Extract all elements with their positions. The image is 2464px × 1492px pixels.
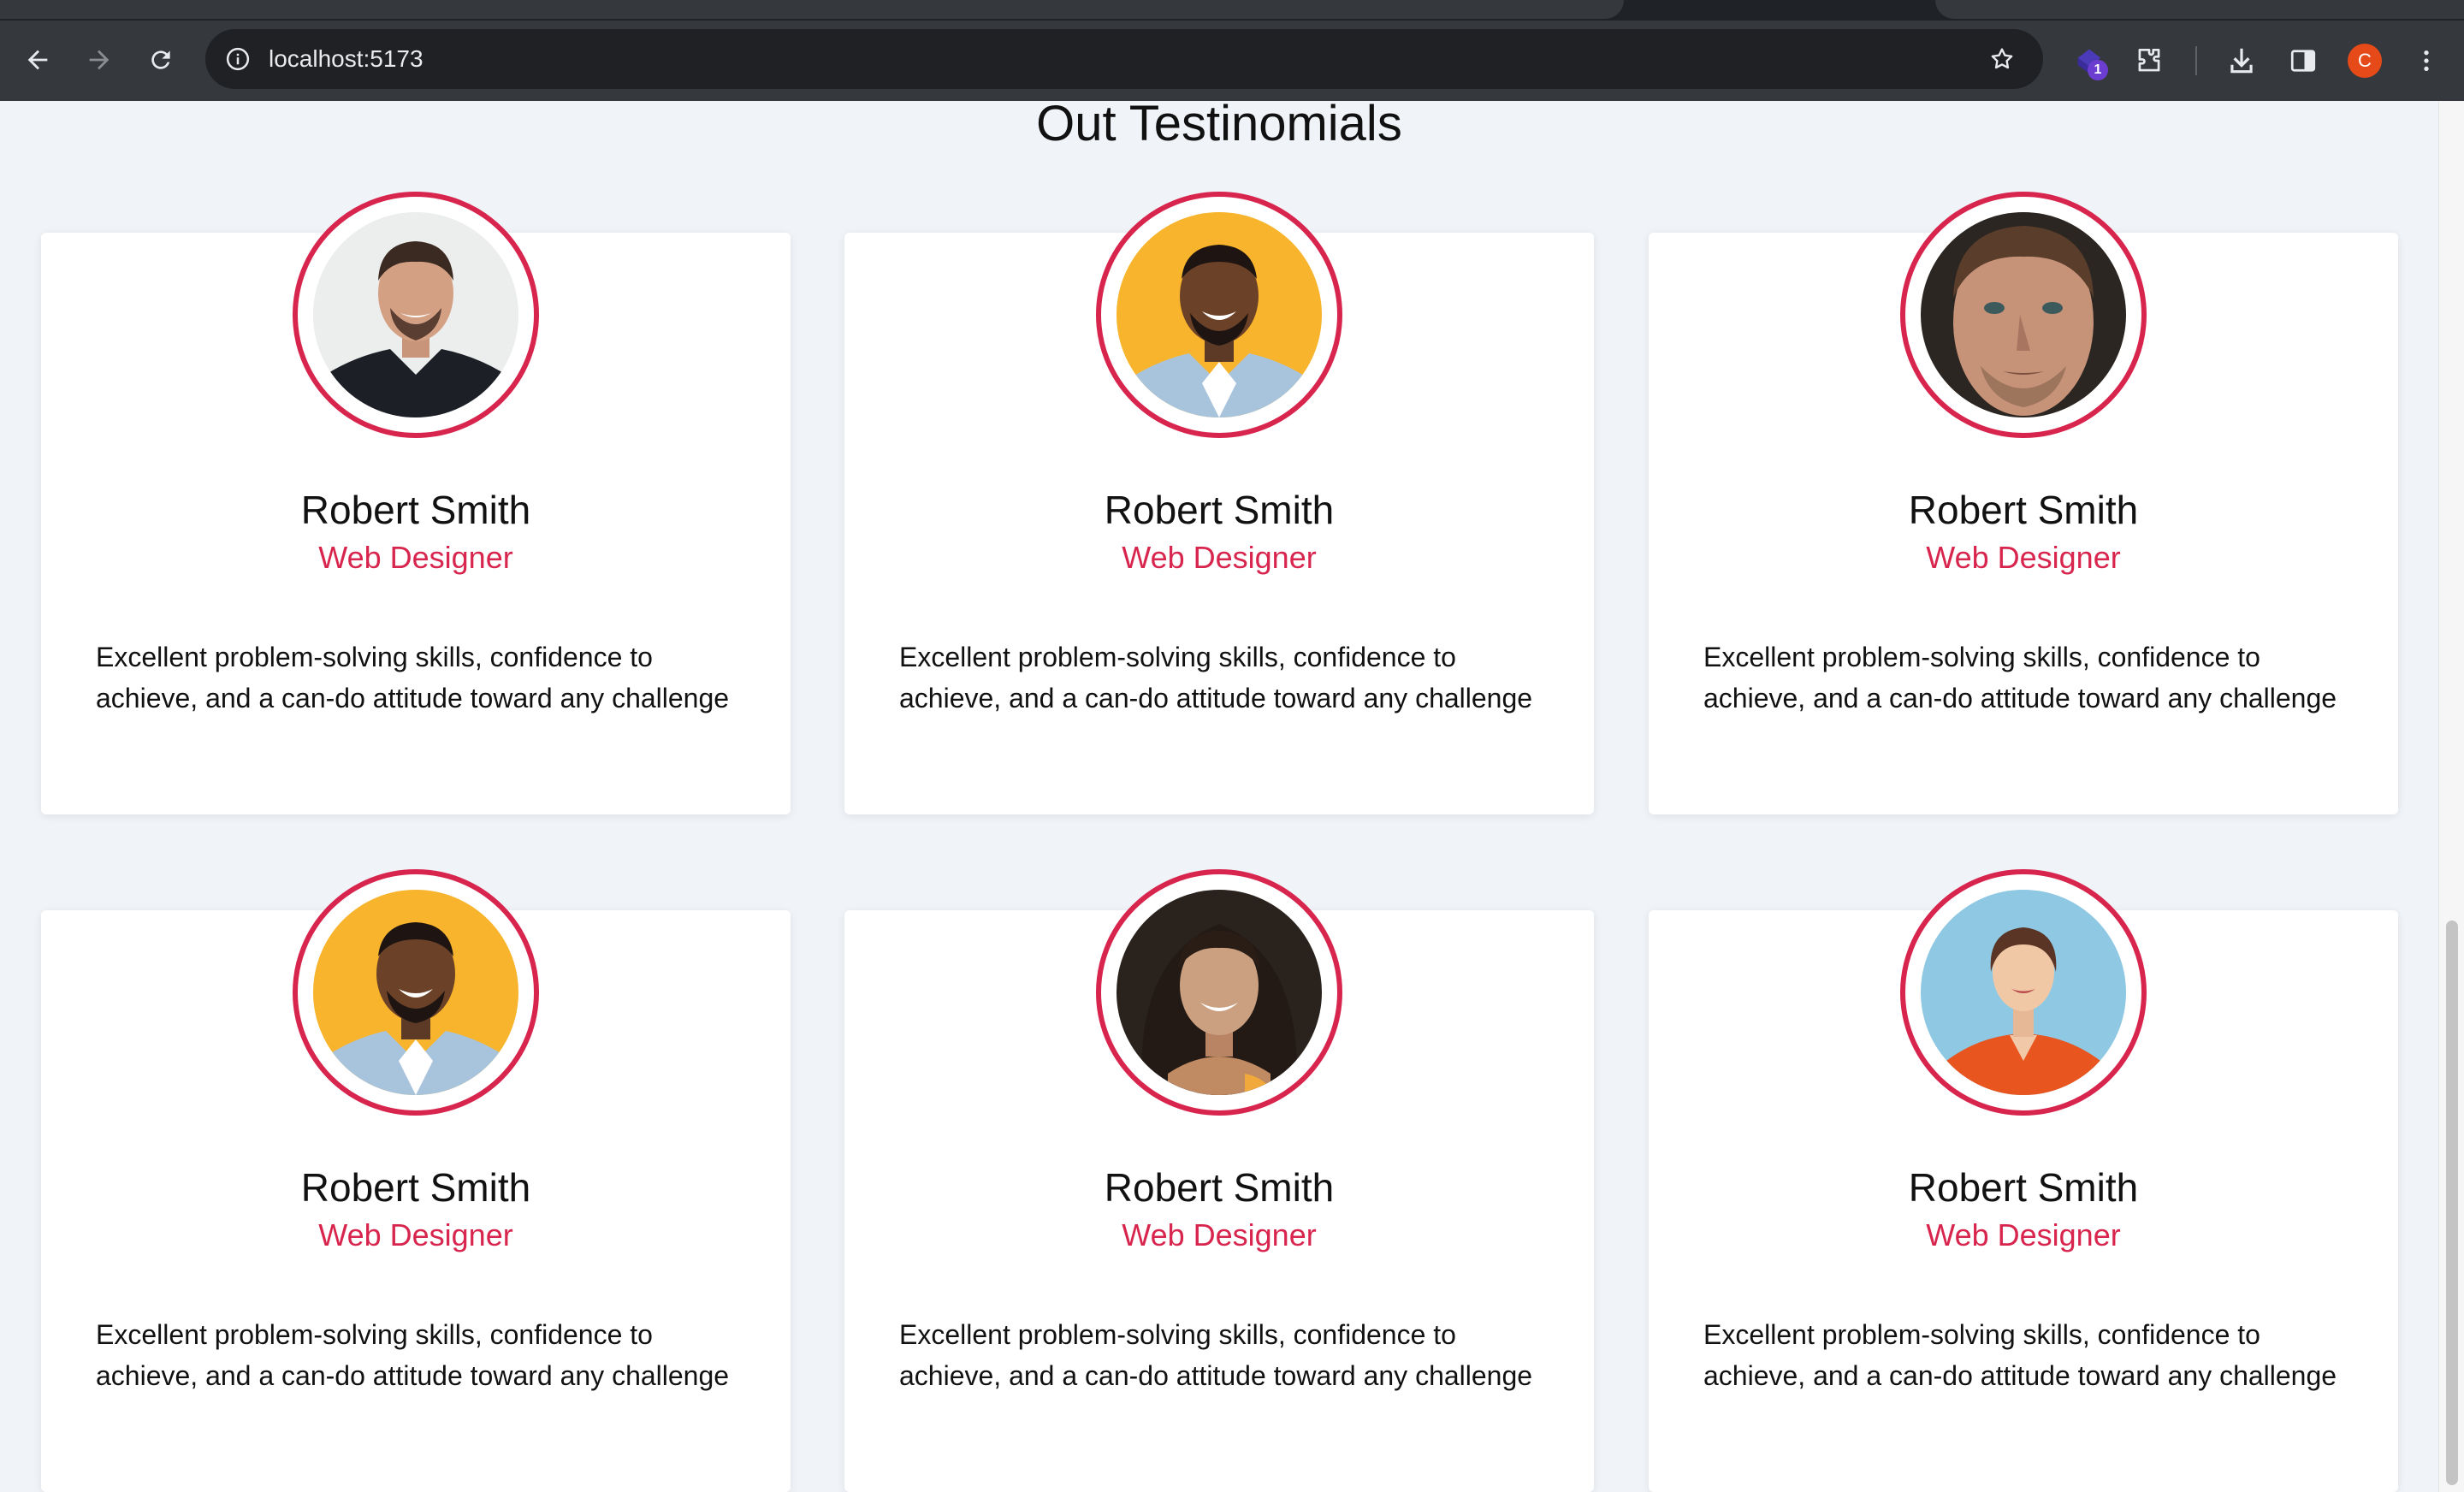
profile-avatar[interactable]: C xyxy=(2348,44,2382,78)
testimonial-name: Robert Smith xyxy=(1908,488,2139,532)
site-info-icon[interactable] xyxy=(221,42,255,76)
avatar xyxy=(293,192,539,438)
bookmark-star-icon[interactable] xyxy=(1985,42,2019,76)
testimonial-role: Web Designer xyxy=(318,540,513,575)
page-title: Out Testinomials xyxy=(1036,101,1402,151)
testimonial-role: Web Designer xyxy=(318,1217,513,1252)
testimonial-quote: Excellent problem-solving skills, confid… xyxy=(96,1319,730,1391)
testimonial-name: Robert Smith xyxy=(1908,1165,2139,1210)
testimonial-quote: Excellent problem-solving skills, confid… xyxy=(899,1319,1533,1391)
avatar xyxy=(1900,192,2147,438)
extension-badge: 1 xyxy=(2088,60,2108,80)
avatar xyxy=(1900,869,2147,1116)
testimonial-role: Web Designer xyxy=(1122,540,1317,575)
testimonial-quote: Excellent problem-solving skills, confid… xyxy=(899,642,1533,713)
testimonial-name: Robert Smith xyxy=(1104,488,1335,532)
testimonial-quote: Excellent problem-solving skills, confid… xyxy=(96,642,730,713)
testimonial-quote: Excellent problem-solving skills, confid… xyxy=(1703,1319,2337,1391)
testimonial-quote: Excellent problem-solving skills, confid… xyxy=(1703,642,2337,713)
side-panel-icon[interactable] xyxy=(2284,42,2322,80)
forward-arrow-icon[interactable] xyxy=(75,36,123,84)
url-text[interactable]: localhost:5173 xyxy=(269,44,424,74)
browser-toolbar: localhost:5173 1 C xyxy=(0,21,2464,101)
active-tab[interactable] xyxy=(0,0,1624,19)
avatar xyxy=(1096,192,1342,438)
avatar xyxy=(293,869,539,1116)
menu-dots-icon[interactable] xyxy=(2408,42,2445,80)
puzzle-icon[interactable] xyxy=(2130,42,2168,80)
page-scrollbar[interactable] xyxy=(2438,101,2464,1492)
testimonial-name: Robert Smith xyxy=(300,1165,531,1210)
download-icon[interactable] xyxy=(2223,42,2260,80)
address-bar[interactable]: localhost:5173 xyxy=(205,29,2043,89)
testimonial-role: Web Designer xyxy=(1926,540,2121,575)
avatar xyxy=(1096,869,1342,1116)
back-arrow-icon[interactable] xyxy=(14,36,62,84)
testimonial-role: Web Designer xyxy=(1122,1217,1317,1252)
tab-strip-right xyxy=(1935,0,2464,19)
tab-strip xyxy=(0,0,2464,21)
scrollbar-thumb[interactable] xyxy=(2446,921,2458,1485)
page-content: Out Testinomials Robert Smith Web Design… xyxy=(0,101,2438,1492)
toolbar-divider xyxy=(2195,46,2197,75)
testimonial-role: Web Designer xyxy=(1926,1217,2121,1252)
testimonial-name: Robert Smith xyxy=(1104,1165,1335,1210)
testimonial-name: Robert Smith xyxy=(300,488,531,532)
reload-icon[interactable] xyxy=(137,36,185,84)
